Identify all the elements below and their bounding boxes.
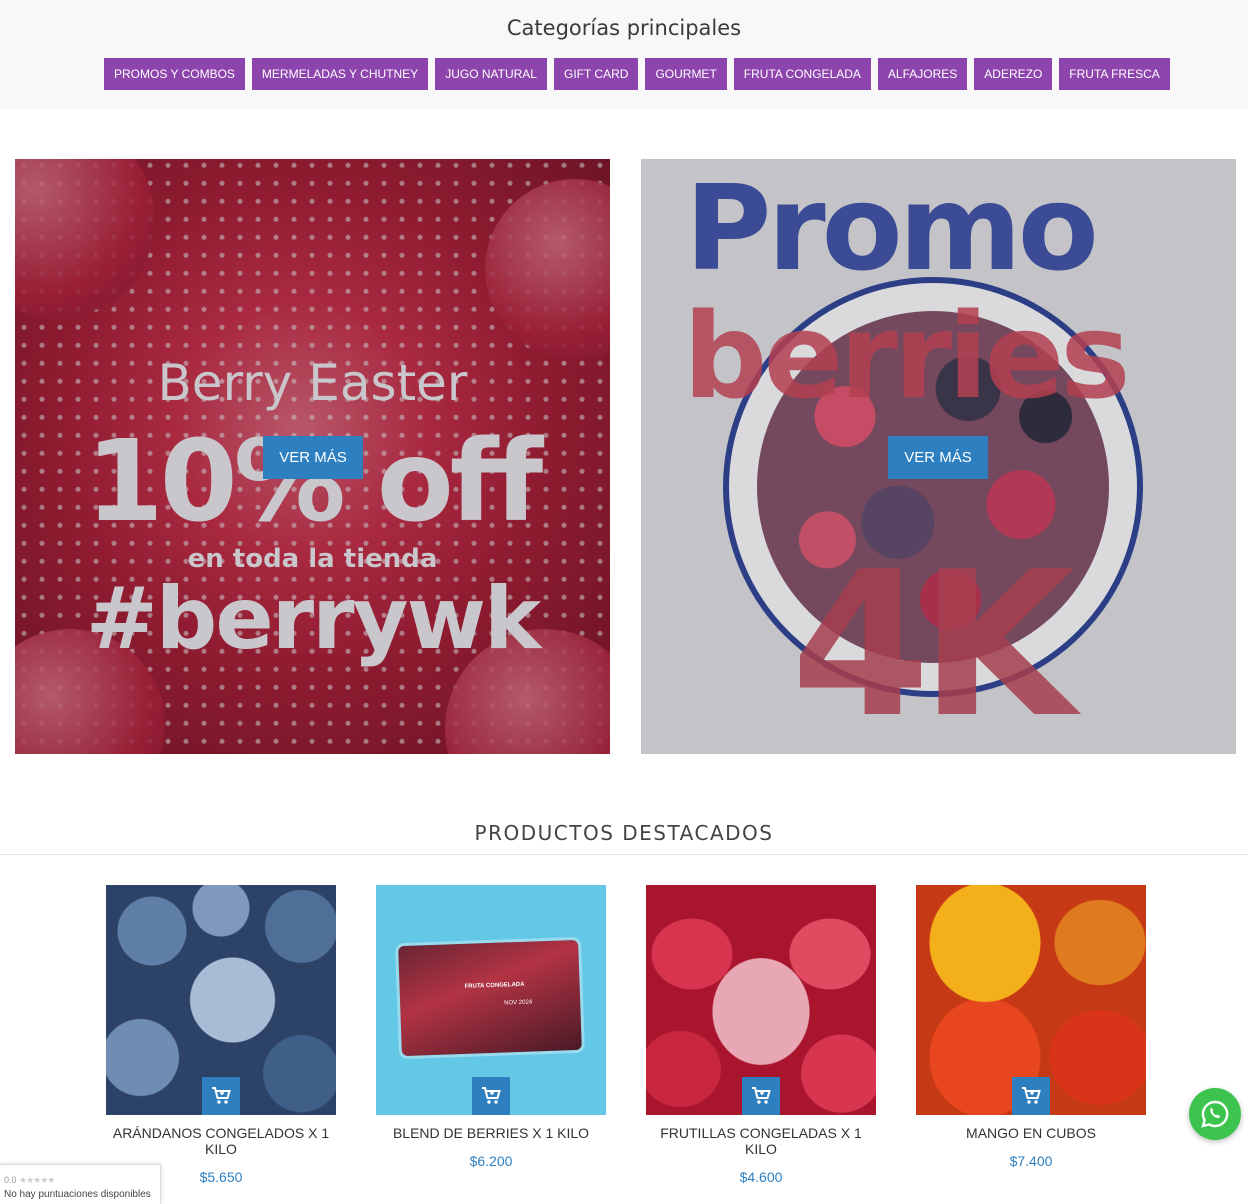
banner-hashtag: #berrywk: [85, 569, 541, 669]
ver-mas-button[interactable]: VER MÁS: [888, 436, 988, 479]
product-card[interactable]: FRUTILLAS CONGELADAS X 1 KILO $4.600: [646, 885, 876, 1185]
featured-title: PRODUCTOS DESTACADOS: [474, 821, 774, 845]
bag-date: NOV 2024: [504, 999, 533, 1007]
add-to-cart-button[interactable]: [472, 1077, 510, 1115]
product-card[interactable]: MANGO EN CUBOS $7.400: [916, 885, 1146, 1169]
divider: [0, 854, 1248, 855]
product-card[interactable]: ARÁNDANOS CONGELADOS X 1 KILO $5.650: [106, 885, 336, 1185]
rating-widget[interactable]: 0.0 ★★★★★ No hay puntuaciones disponible…: [0, 1164, 161, 1204]
category-fruta-fresca[interactable]: FRUTA FRESCA: [1059, 58, 1170, 90]
category-mermeladas-y-chutney[interactable]: MERMELADAS Y CHUTNEY: [251, 58, 429, 90]
category-aderezo[interactable]: ADEREZO: [974, 58, 1053, 90]
product-image-blueberries[interactable]: [106, 885, 336, 1115]
product-price: $7.400: [1009, 1153, 1053, 1169]
banner-berry-easter[interactable]: Berry Easter 10% off en toda la tienda #…: [15, 159, 610, 754]
banner-promo-berries[interactable]: Promo berries 4K VER MÁS: [641, 159, 1236, 754]
category-promos-y-combos[interactable]: PROMOS Y COMBOS: [104, 58, 245, 90]
category-fruta-congelada[interactable]: FRUTA CONGELADA: [733, 58, 871, 90]
bag-label: FRUTA CONGELADA: [464, 981, 525, 990]
product-image-mango[interactable]: [916, 885, 1146, 1115]
stars-icon: ★★★★★: [19, 1175, 55, 1185]
banner-heading: Berry Easter: [157, 354, 468, 412]
category-jugo-natural[interactable]: JUGO NATURAL: [435, 58, 547, 90]
category-gourmet[interactable]: GOURMET: [645, 58, 727, 90]
ver-mas-button[interactable]: VER MÁS: [263, 436, 363, 479]
product-name[interactable]: FRUTILLAS CONGELADAS X 1 KILO: [646, 1125, 876, 1157]
category-gift-card[interactable]: GIFT CARD: [553, 58, 639, 90]
cart-icon: [212, 1087, 231, 1104]
whatsapp-button[interactable]: [1189, 1088, 1241, 1140]
rating-score-row: 0.0 ★★★★★: [4, 1175, 156, 1186]
product-image-berry-blend[interactable]: FRUTA CONGELADA NOV 2024: [376, 885, 606, 1115]
cart-icon: [752, 1087, 771, 1104]
cart-icon: [482, 1087, 501, 1104]
product-price: $4.600: [739, 1169, 783, 1185]
product-price: $6.200: [469, 1153, 513, 1169]
product-card[interactable]: FRUTA CONGELADA NOV 2024 BLEND DE BERRIE…: [376, 885, 606, 1169]
categories-title: Categorías principales: [506, 16, 742, 40]
product-name[interactable]: BLEND DE BERRIES X 1 KILO: [376, 1125, 606, 1141]
add-to-cart-button[interactable]: [1012, 1077, 1050, 1115]
category-alfajores[interactable]: ALFAJORES: [877, 58, 968, 90]
cart-icon: [1022, 1087, 1041, 1104]
whatsapp-icon: [1201, 1100, 1229, 1128]
product-image-strawberries[interactable]: [646, 885, 876, 1115]
categories-list: PROMOS Y COMBOS MERMELADAS Y CHUTNEY JUG…: [104, 58, 1170, 90]
add-to-cart-button[interactable]: [202, 1077, 240, 1115]
add-to-cart-button[interactable]: [742, 1077, 780, 1115]
categories-section: Categorías principales PROMOS Y COMBOS M…: [0, 0, 1248, 109]
product-name[interactable]: ARÁNDANOS CONGELADOS X 1 KILO: [106, 1125, 336, 1157]
rating-score: 0.0: [4, 1175, 17, 1185]
rating-text: No hay puntuaciones disponibles: [4, 1189, 151, 1200]
berry-bag-image: FRUTA CONGELADA NOV 2024: [398, 939, 582, 1057]
product-name[interactable]: MANGO EN CUBOS: [916, 1125, 1146, 1141]
